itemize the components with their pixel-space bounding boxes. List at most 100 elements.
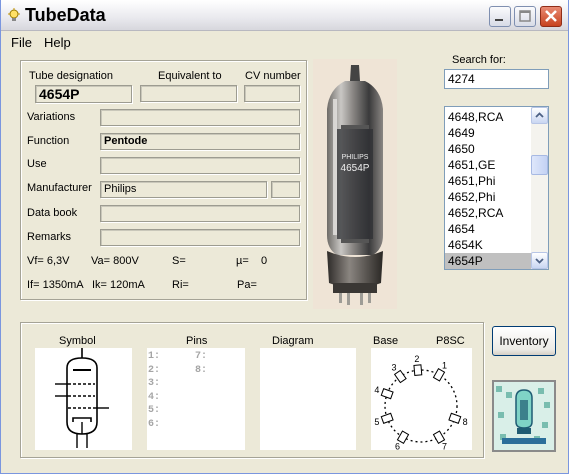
- tube-list-item[interactable]: 4652,RCA: [445, 205, 531, 221]
- tube-logo-icon: [494, 382, 554, 450]
- tube-list-item[interactable]: 4651,Phi: [445, 173, 531, 189]
- maximize-button[interactable]: [514, 6, 536, 27]
- pins-column-2: 7: 8:: [195, 350, 207, 377]
- equivalent-field[interactable]: [140, 85, 237, 102]
- chevron-up-icon: [535, 112, 544, 118]
- window-title: TubeData: [25, 5, 106, 25]
- base-pin-number: 2: [414, 354, 419, 364]
- tube-list-items: 4648,RCA 4649 4650 4651,GE 4651,Phi 4652,Phi 4…: [445, 109, 531, 269]
- tube-list[interactable]: 4648,RCA 4649 4650 4651,GE 4651,Phi 4652,Phi 4…: [444, 106, 549, 270]
- base-pin: [448, 412, 462, 424]
- databook-label: Data book: [27, 207, 78, 219]
- tube-print-brand: PHILIPS: [342, 154, 369, 161]
- variations-field[interactable]: [100, 109, 300, 126]
- lightbulb-icon: [8, 8, 20, 21]
- menu-bar: File Help: [1, 32, 568, 52]
- diagram-label: Diagram: [272, 335, 314, 347]
- app-window: TubeData File Help Tube designation Equi…: [0, 0, 569, 474]
- va-value: Va= 800V: [91, 255, 139, 267]
- minimize-button[interactable]: [489, 6, 511, 27]
- base-pinout-diagram: 1 2 3 4 5 6 7 8: [374, 354, 468, 452]
- databook-field[interactable]: [100, 205, 300, 222]
- pins-label: Pins: [186, 335, 208, 347]
- pin-entry: 3:: [148, 378, 161, 389]
- function-field[interactable]: Pentode: [100, 133, 300, 150]
- base-pin-number: 5: [374, 417, 379, 427]
- pa-value: Pa=: [237, 279, 257, 291]
- base-pin-number: 8: [463, 417, 468, 427]
- use-field[interactable]: [100, 157, 300, 174]
- pins-box: 1: 2: 3: 4: 5: 6: 7: 8:: [147, 348, 245, 450]
- s-value: S=: [172, 255, 186, 267]
- maximize-icon: [519, 10, 531, 22]
- tube-photo: PHILIPS 4654P: [313, 59, 397, 309]
- if-value: If= 1350mA: [27, 279, 84, 291]
- manufacturer-field[interactable]: Philips: [100, 181, 267, 198]
- pin-entry: 8:: [195, 364, 208, 376]
- variations-label: Variations: [27, 111, 76, 123]
- base-pin: [432, 368, 446, 382]
- base-pin: [413, 364, 423, 376]
- pin-entry: 2:: [148, 364, 161, 376]
- list-scrollbar[interactable]: [531, 107, 548, 269]
- base-pin: [380, 412, 394, 424]
- tube-list-item[interactable]: 4651,GE: [445, 157, 531, 173]
- close-button[interactable]: [540, 6, 562, 27]
- base-label: Base: [373, 335, 399, 347]
- manufacturer-extra-field[interactable]: [271, 181, 300, 198]
- pin-entry: 1:: [148, 351, 161, 362]
- tube-list-item[interactable]: 4652,Phi: [445, 189, 531, 205]
- chevron-down-icon: [535, 258, 544, 264]
- ri-value: Ri=: [172, 279, 189, 291]
- ik-value: Ik= 120mA: [92, 279, 145, 291]
- title-bar[interactable]: TubeData: [1, 0, 568, 31]
- base-pin-number: 3: [392, 362, 397, 372]
- remarks-field[interactable]: [100, 229, 300, 246]
- tube-list-item[interactable]: 4654: [445, 221, 531, 237]
- base-pin-number: 4: [374, 385, 379, 395]
- inventory-button[interactable]: Inventory: [492, 326, 556, 356]
- pin-entry: 7:: [195, 351, 208, 362]
- base-pin-number: 6: [395, 442, 400, 450]
- mu-value: 0: [261, 255, 268, 267]
- cv-number-field[interactable]: [244, 85, 300, 102]
- cv-number-label: CV number: [245, 70, 301, 82]
- remarks-label: Remarks: [27, 231, 72, 243]
- tube-list-item[interactable]: 4654P: [445, 253, 531, 269]
- symbol-label: Symbol: [59, 335, 96, 347]
- tube-list-item[interactable]: 4649: [445, 125, 531, 141]
- base-box: 1 2 3 4 5 6 7 8: [371, 348, 472, 452]
- manufacturer-label: Manufacturer: [27, 182, 92, 194]
- equivalent-label: Equivalent to: [158, 70, 222, 82]
- pins-column-1: 1: 2: 3: 4: 5: 6:: [148, 350, 160, 431]
- scroll-up-button[interactable]: [531, 107, 548, 124]
- tube-logo: [492, 380, 556, 452]
- use-label: Use: [27, 158, 47, 170]
- tube-list-item[interactable]: 4654K: [445, 237, 531, 253]
- minimize-icon: [495, 19, 503, 21]
- diagram-box: [260, 348, 356, 450]
- designation-label: Tube designation: [29, 70, 113, 82]
- pin-entry: 5:: [148, 405, 161, 416]
- tube-list-item[interactable]: 4650: [445, 141, 531, 157]
- base-pin: [380, 388, 394, 400]
- menu-help[interactable]: Help: [44, 35, 71, 50]
- base-type-label: P8SC: [436, 335, 465, 347]
- scroll-down-button[interactable]: [531, 252, 548, 269]
- scroll-thumb[interactable]: [531, 155, 548, 175]
- mu-label: µ=: [236, 255, 249, 267]
- pin-entry: 6:: [148, 418, 161, 430]
- menu-file[interactable]: File: [11, 35, 32, 50]
- function-label: Function: [27, 135, 70, 147]
- search-label: Search for:: [452, 54, 506, 66]
- base-pin-number: 1: [442, 360, 447, 370]
- close-icon: [545, 10, 557, 22]
- pentode-symbol: [55, 348, 109, 448]
- designation-field[interactable]: 4654P: [35, 85, 132, 103]
- base-pin-number: 7: [442, 442, 447, 450]
- pin-entry: 4:: [148, 391, 161, 403]
- symbol-box: [35, 348, 132, 450]
- search-input[interactable]: 4274: [444, 69, 549, 89]
- vf-value: Vf= 6,3V: [27, 255, 70, 267]
- tube-list-item[interactable]: 4648,RCA: [445, 109, 531, 125]
